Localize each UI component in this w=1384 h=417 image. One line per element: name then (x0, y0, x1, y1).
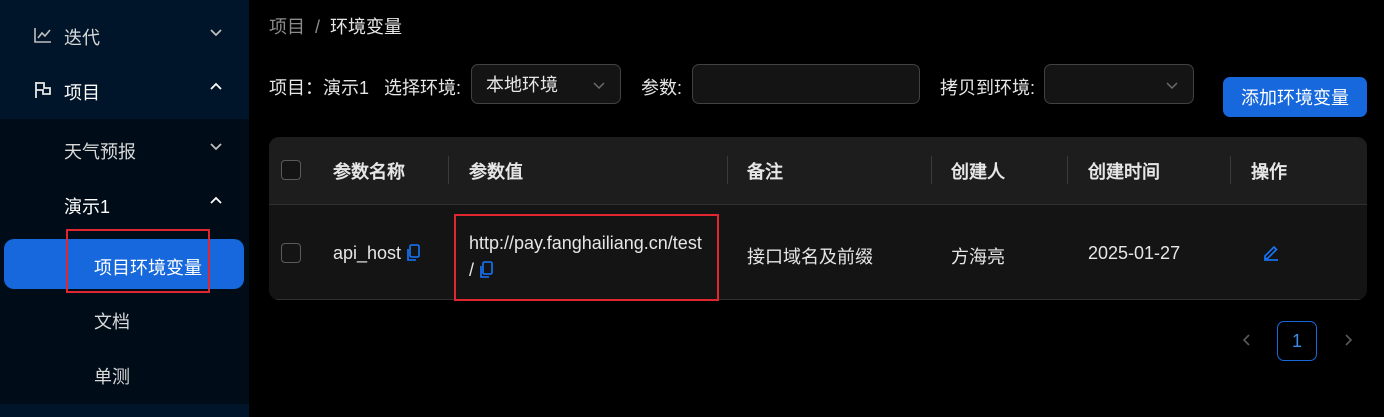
env-select-value: 本地环境 (486, 75, 558, 95)
col-header-note: 备注 (747, 162, 783, 182)
sidebar-item-unit-test[interactable]: 单测 (0, 346, 249, 402)
sidebar-item-weather[interactable]: 天气预报 (0, 121, 249, 177)
cell-created-at: 2025-01-27 (1088, 243, 1181, 263)
param-name-text: api_host (333, 243, 402, 263)
sidebar-item-label: 迭代 (64, 28, 100, 48)
param-value-line1: http://pay.fanghailiang.cn/test (469, 233, 702, 253)
col-header-name: 参数名称 (333, 162, 405, 182)
sidebar-item-label: 文档 (94, 312, 130, 332)
col-header-actions: 操作 (1251, 162, 1287, 182)
copy-icon[interactable] (478, 261, 494, 279)
line-chart-icon (34, 28, 51, 43)
sidebar-item-label: 单测 (94, 367, 130, 387)
select-all-checkbox[interactable] (281, 160, 301, 180)
col-header-creator: 创建人 (951, 162, 1005, 182)
column-divider (727, 156, 728, 184)
sidebar: 迭代 项目 天气预报 演示1 项目环境变量 文档 单测 (0, 0, 249, 417)
sidebar-item-demo1[interactable]: 演示1 (0, 176, 249, 232)
env-select-label: 选择环境: (384, 78, 462, 98)
cell-param-name: api_host (333, 243, 421, 264)
col-header-created-at: 创建时间 (1088, 162, 1160, 182)
sidebar-item-env-vars[interactable]: 项目环境变量 (4, 239, 244, 289)
sidebar-item-label: 项目 (64, 83, 100, 103)
sidebar-item-label: 天气预报 (64, 142, 136, 162)
add-env-var-button[interactable]: 添加环境变量 (1223, 77, 1367, 117)
param-label: 参数: (641, 78, 683, 98)
chevron-down-icon (210, 29, 222, 37)
chevron-down-icon (210, 143, 222, 151)
copy-icon[interactable] (405, 244, 421, 262)
chevron-up-icon (210, 196, 222, 204)
project-label: 项目：演示1 (269, 78, 370, 98)
col-header-value: 参数值 (469, 162, 523, 182)
cell-note: 接口域名及前缀 (747, 247, 873, 267)
param-value-line2: / (469, 260, 475, 280)
breadcrumb-current: 环境变量 (330, 17, 403, 37)
param-input[interactable] (692, 64, 920, 104)
next-page-icon[interactable] (1340, 332, 1356, 348)
breadcrumb-separator: / (315, 17, 321, 37)
column-divider (931, 156, 932, 184)
column-divider (1067, 156, 1068, 184)
row-checkbox[interactable] (281, 243, 301, 263)
sidebar-item-project[interactable]: 项目 (0, 62, 249, 118)
sidebar-item-label: 项目环境变量 (94, 258, 202, 278)
app-root: 迭代 项目 天气预报 演示1 项目环境变量 文档 单测 项目 / 环境变量 项目… (0, 0, 1384, 417)
sidebar-item-iterations[interactable]: 迭代 (0, 7, 249, 63)
chevron-down-icon (593, 82, 605, 90)
edit-icon[interactable] (1262, 243, 1280, 261)
breadcrumb: 项目 / 环境变量 (269, 13, 402, 39)
prev-page-icon[interactable] (1239, 332, 1255, 348)
table-row: api_host http://pay.fanghailiang.cn/test… (269, 205, 1367, 300)
chevron-up-icon (210, 82, 222, 90)
env-select[interactable]: 本地环境 (471, 64, 621, 104)
flag-icon (35, 82, 51, 98)
chevron-down-icon (1166, 82, 1178, 90)
sidebar-item-docs[interactable]: 文档 (0, 291, 249, 347)
copy-env-label: 拷贝到环境: (940, 78, 1036, 98)
copy-env-select[interactable] (1044, 64, 1194, 104)
column-divider (448, 156, 449, 184)
table-header: 参数名称 参数值 备注 创建人 创建时间 操作 (269, 137, 1367, 205)
column-divider (1230, 156, 1231, 184)
page-number-current[interactable]: 1 (1277, 321, 1317, 361)
breadcrumb-parent[interactable]: 项目 (269, 17, 305, 37)
env-var-table: 参数名称 参数值 备注 创建人 创建时间 操作 api_host http://… (269, 137, 1367, 300)
sidebar-item-label: 演示1 (64, 197, 111, 217)
cell-creator: 方海亮 (951, 247, 1005, 267)
cell-param-value: http://pay.fanghailiang.cn/test / (469, 230, 702, 284)
